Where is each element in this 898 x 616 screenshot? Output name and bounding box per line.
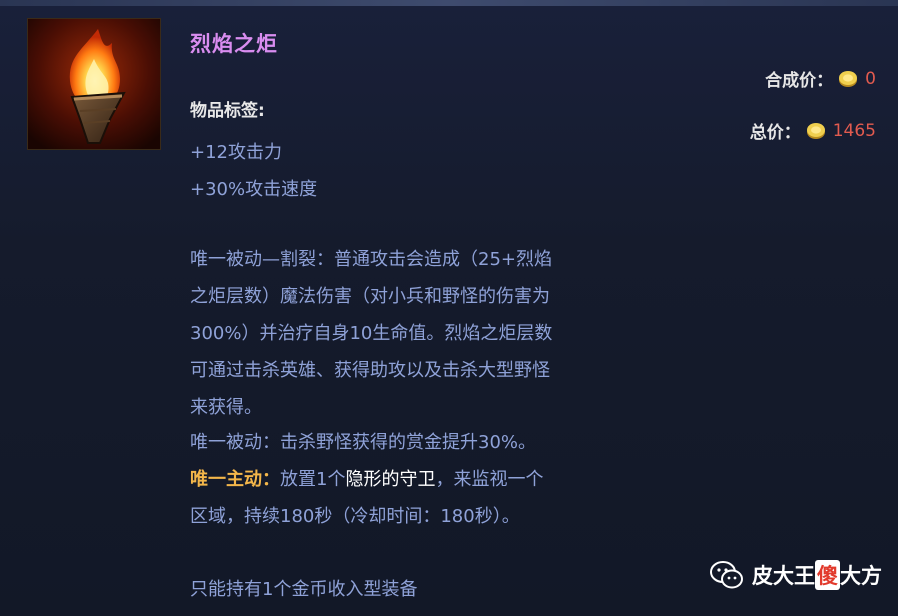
passive-bounty-description: 唯一被动：击杀野怪获得的赏金提升30%。 [190,432,537,453]
craft-price: 合成价： 0 [765,66,876,92]
gold-coin-icon [806,122,825,139]
active-text-pre: 放置1个 [280,469,346,490]
flame-torch-icon [27,18,161,150]
stat-attack-speed: +30%攻击速度 [190,179,318,200]
description-line: 来获得。 [190,397,262,418]
watermark-highlight: 傻 [815,560,840,590]
craft-price-label: 合成价： [765,71,834,91]
total-price: 总价： 1465 [749,118,876,144]
description-line: 唯一被动—割裂：普通攻击会造成（25+烈焰 [190,249,552,270]
stealth-ward-link: 隐形的守卫 [345,469,436,490]
total-price-value: 1465 [832,120,876,141]
watermark-text-pre: 皮大王 [752,564,815,588]
stat-attack-damage: +12攻击力 [190,142,282,163]
item-tooltip-panel: 烈焰之炬 合成价： 0 总价： 1465 物品标签: +12攻击力 +30%攻击… [0,0,898,616]
description-line: 区域，持续180秒（冷却时间：180秒）。 [190,506,520,527]
passive-rend-description: 唯一被动—割裂：普通攻击会造成（25+烈焰 之炬层数）魔法伤害（对小兵和野怪的伤… [190,241,640,426]
description-line: 300%）并治疗自身10生命值。烈焰之炬层数 [190,323,553,344]
active-label: 唯一主动： [190,469,280,490]
description-line: 可通过击杀英雄、获得助攻以及击杀大型野怪 [190,360,550,381]
wechat-icon [710,561,743,589]
watermark-text-post: 大方 [840,564,882,588]
wechat-watermark: 皮大王傻大方 [710,560,882,590]
gold-item-limit-note: 只能持有1个金币收入型装备 [190,579,418,600]
active-text-post: ，来监视一个 [435,469,544,490]
active-ward-description: 唯一主动：放置1个隐形的守卫，来监视一个 区域，持续180秒（冷却时间：180秒… [190,461,640,535]
craft-price-value: 0 [865,68,876,89]
total-price-label: 总价： [749,123,801,143]
description-line: 唯一主动：放置1个隐形的守卫，来监视一个 [190,461,640,498]
item-tags-label: 物品标签: [190,101,265,121]
gold-coin-icon [839,70,858,87]
item-title: 烈焰之炬 [190,32,278,56]
description-line: 之炬层数）魔法伤害（对小兵和野怪的伤害为 [190,286,550,307]
panel-top-border [0,0,898,6]
